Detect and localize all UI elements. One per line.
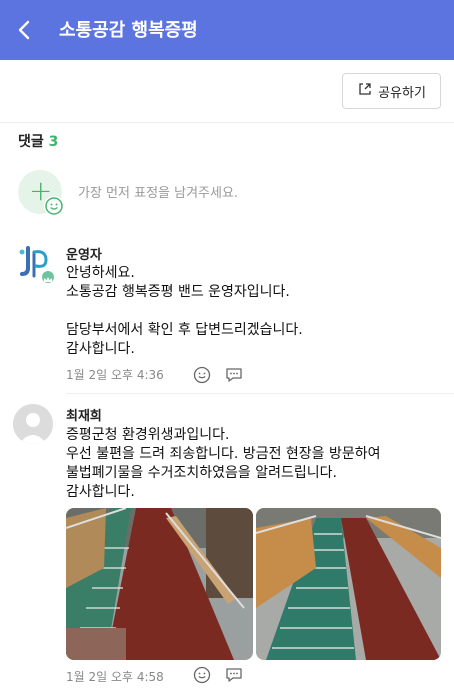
comment-body: 증평군청 환경위생과입니다. 우선 불편을 드려 죄송합니다. 방금전 현장을 …: [66, 427, 381, 500]
emotion-icon[interactable]: [192, 365, 212, 385]
divider: [66, 393, 454, 394]
crown-badge-icon: [40, 269, 56, 285]
divider: [0, 122, 454, 123]
app-header: 소통공감 행복증평: [0, 0, 454, 60]
comment-body: 안녕하세요. 소통공감 행복증평 밴드 운영자입니다. 담당부서에서 확인 후 …: [66, 265, 303, 357]
comment-timestamp: 1월 2일 오후 4:58: [66, 670, 164, 684]
back-arrow-icon[interactable]: [14, 18, 36, 42]
attached-photo[interactable]: [256, 508, 441, 660]
add-comment-prompt[interactable]: 가장 먼저 표정을 남겨주세요.: [78, 182, 238, 201]
avatar[interactable]: [13, 404, 53, 444]
smiley-icon: [44, 196, 64, 216]
share-button[interactable]: 공유하기: [342, 73, 441, 109]
page-title: 소통공감 행복증평: [59, 20, 198, 41]
share-label: 공유하기: [378, 85, 426, 101]
comment-author[interactable]: 최재희: [66, 405, 102, 424]
reply-icon[interactable]: [224, 665, 244, 685]
comment-timestamp: 1월 2일 오후 4:36: [66, 368, 164, 382]
comments-label: 댓글: [18, 134, 44, 150]
share-icon: [357, 81, 373, 101]
comments-header: 댓글 3: [18, 131, 58, 151]
attached-photo[interactable]: [66, 508, 253, 660]
comments-count: 3: [48, 134, 59, 150]
reply-icon[interactable]: [224, 365, 244, 385]
comment-author[interactable]: 운영자: [66, 244, 102, 263]
emotion-icon[interactable]: [192, 665, 212, 685]
add-reaction-button[interactable]: +: [18, 170, 64, 216]
